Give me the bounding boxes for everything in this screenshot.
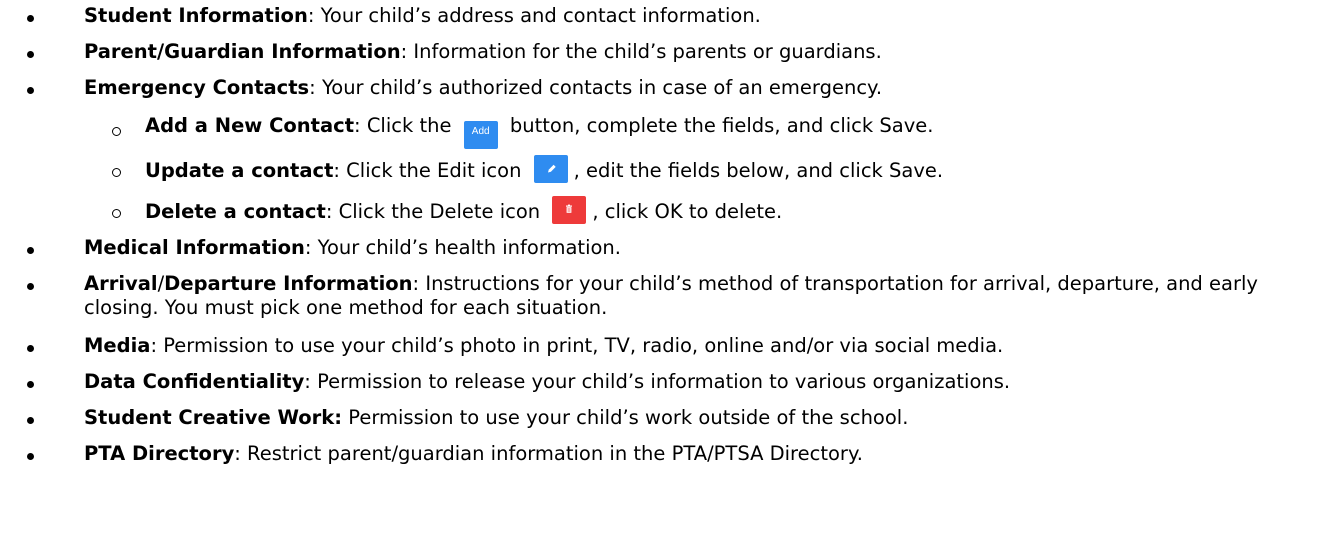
item-title: Data Confidentiality (84, 370, 305, 393)
item-title: Add a New Contact (145, 114, 355, 137)
bullet (27, 370, 47, 393)
item-description-before: : Click the Delete icon (325, 200, 547, 223)
item-title: PTA Directory (84, 442, 235, 465)
bullet (27, 4, 47, 27)
sub-bullet (112, 196, 132, 223)
delete-button-image (552, 196, 587, 224)
item-description: : Your child’s authorized contacts in ca… (309, 76, 883, 99)
item-description-after: , click OK to delete. (592, 200, 783, 223)
bullet (27, 406, 47, 429)
item-description: : Permission to use your child’s photo i… (150, 334, 1004, 357)
item-title: Update a contact (145, 159, 334, 182)
bullet (27, 442, 47, 465)
item-description: : Restrict parent/guardian information i… (234, 442, 863, 465)
edit-button-image (533, 155, 568, 183)
item-description: : Permission to release your child’s inf… (304, 370, 1011, 393)
item-description-before: : Click the Edit icon (333, 159, 528, 182)
item-title: Medical Information (84, 236, 305, 259)
item-title-part2: Departure Information (164, 272, 413, 295)
item-description: : Your child’s address and contact infor… (307, 4, 761, 27)
add-button-image: Add (463, 121, 498, 149)
item-title-part1: Arrival (84, 272, 158, 295)
sub-bullet (112, 114, 132, 141)
item-title: Parent/Guardian Information (84, 40, 401, 63)
bullet (27, 236, 47, 259)
item-description: : Your child’s health information. (304, 236, 621, 259)
sub-bullet (112, 155, 132, 182)
pencil-icon (547, 164, 556, 173)
bullet (27, 334, 47, 357)
item-description: : Information for the child’s parents or… (400, 40, 882, 63)
item-title: Student Creative Work: (84, 406, 343, 429)
trash-icon (566, 204, 573, 213)
item-description-after: button, complete the fields, and click S… (503, 114, 934, 137)
item-title: Emergency Contacts (84, 76, 310, 99)
item-description-after: , edit the fields below, and click Save. (573, 159, 944, 182)
item-title: Media (84, 334, 151, 357)
bullet (27, 272, 47, 295)
item-title: Student Information (84, 4, 308, 27)
item-description: Permission to use your child’s work outs… (342, 406, 909, 429)
item-title: Delete a contact (145, 200, 326, 223)
bullet (27, 76, 47, 99)
bullet (27, 40, 47, 63)
item-description-before: : Click the (354, 114, 458, 137)
